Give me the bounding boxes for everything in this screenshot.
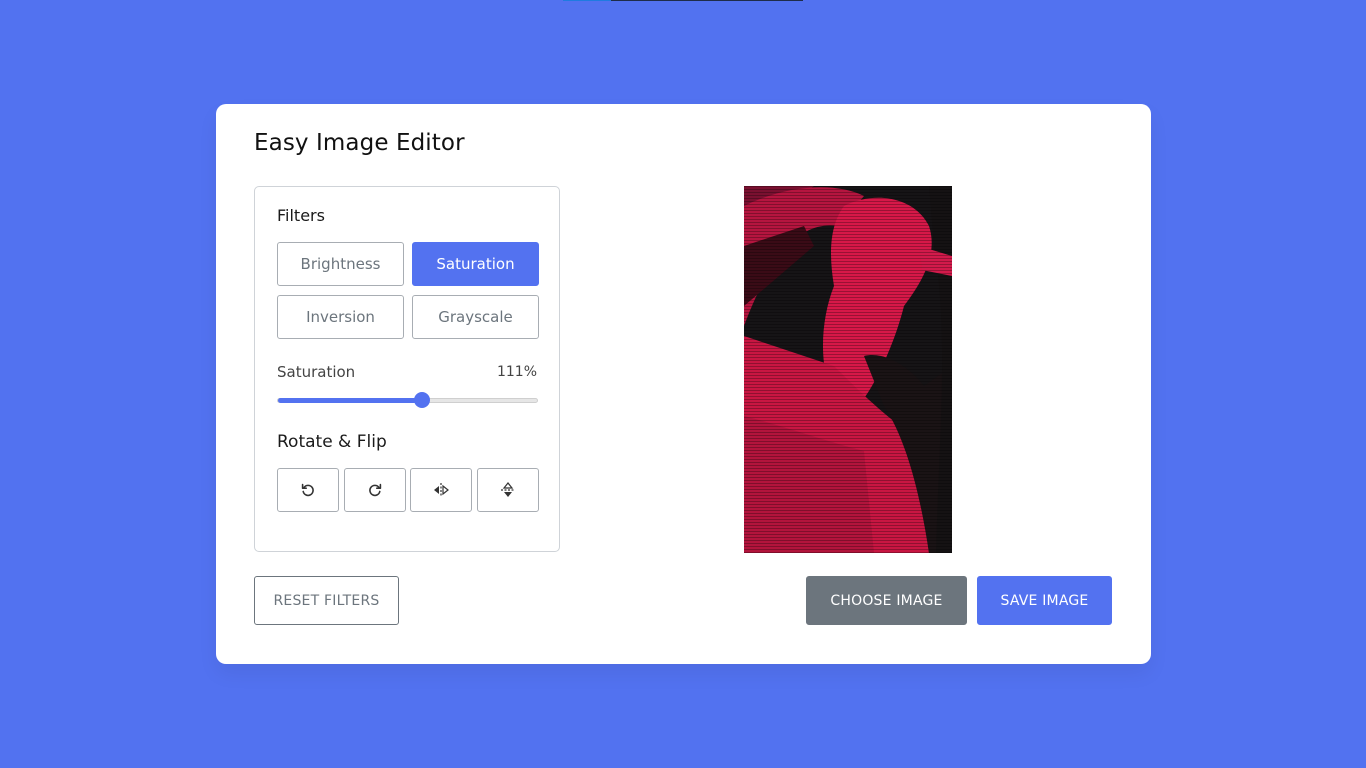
top-edge-accent — [563, 0, 611, 1]
image-preview — [744, 186, 952, 553]
flip-horizontal-icon — [434, 483, 449, 497]
page-title: Easy Image Editor — [254, 130, 465, 156]
filter-slider[interactable] — [277, 392, 538, 408]
preview-image — [744, 186, 952, 553]
rotate-right-button[interactable] — [344, 468, 406, 512]
flip-vertical-button[interactable] — [477, 468, 539, 512]
grayscale-filter-button[interactable]: Grayscale — [412, 295, 539, 339]
rotate-right-icon — [369, 483, 382, 497]
inversion-filter-button[interactable]: Inversion — [277, 295, 404, 339]
editor-panel: Filters Brightness Saturation Inversion … — [254, 186, 560, 552]
editor-card: Easy Image Editor Filters Brightness Sat… — [216, 104, 1151, 664]
reset-filters-button[interactable]: RESET FILTERS — [254, 576, 399, 625]
flip-horizontal-button[interactable] — [410, 468, 472, 512]
slider-name-label: Saturation — [277, 363, 356, 381]
choose-image-button[interactable]: CHOOSE IMAGE — [806, 576, 967, 625]
filters-heading: Filters — [277, 206, 325, 225]
rotate-left-button[interactable] — [277, 468, 339, 512]
saturation-filter-button[interactable]: Saturation — [412, 242, 539, 286]
slider-value-label: 111% — [496, 364, 537, 380]
top-edge-line — [563, 0, 803, 1]
flip-vertical-icon — [501, 482, 515, 497]
rotate-left-icon — [301, 483, 314, 497]
slider-fill — [278, 398, 422, 403]
slider-thumb[interactable] — [413, 392, 430, 408]
brightness-filter-button[interactable]: Brightness — [277, 242, 404, 286]
save-image-button[interactable]: SAVE IMAGE — [977, 576, 1112, 625]
rotate-flip-heading: Rotate & Flip — [277, 432, 387, 452]
